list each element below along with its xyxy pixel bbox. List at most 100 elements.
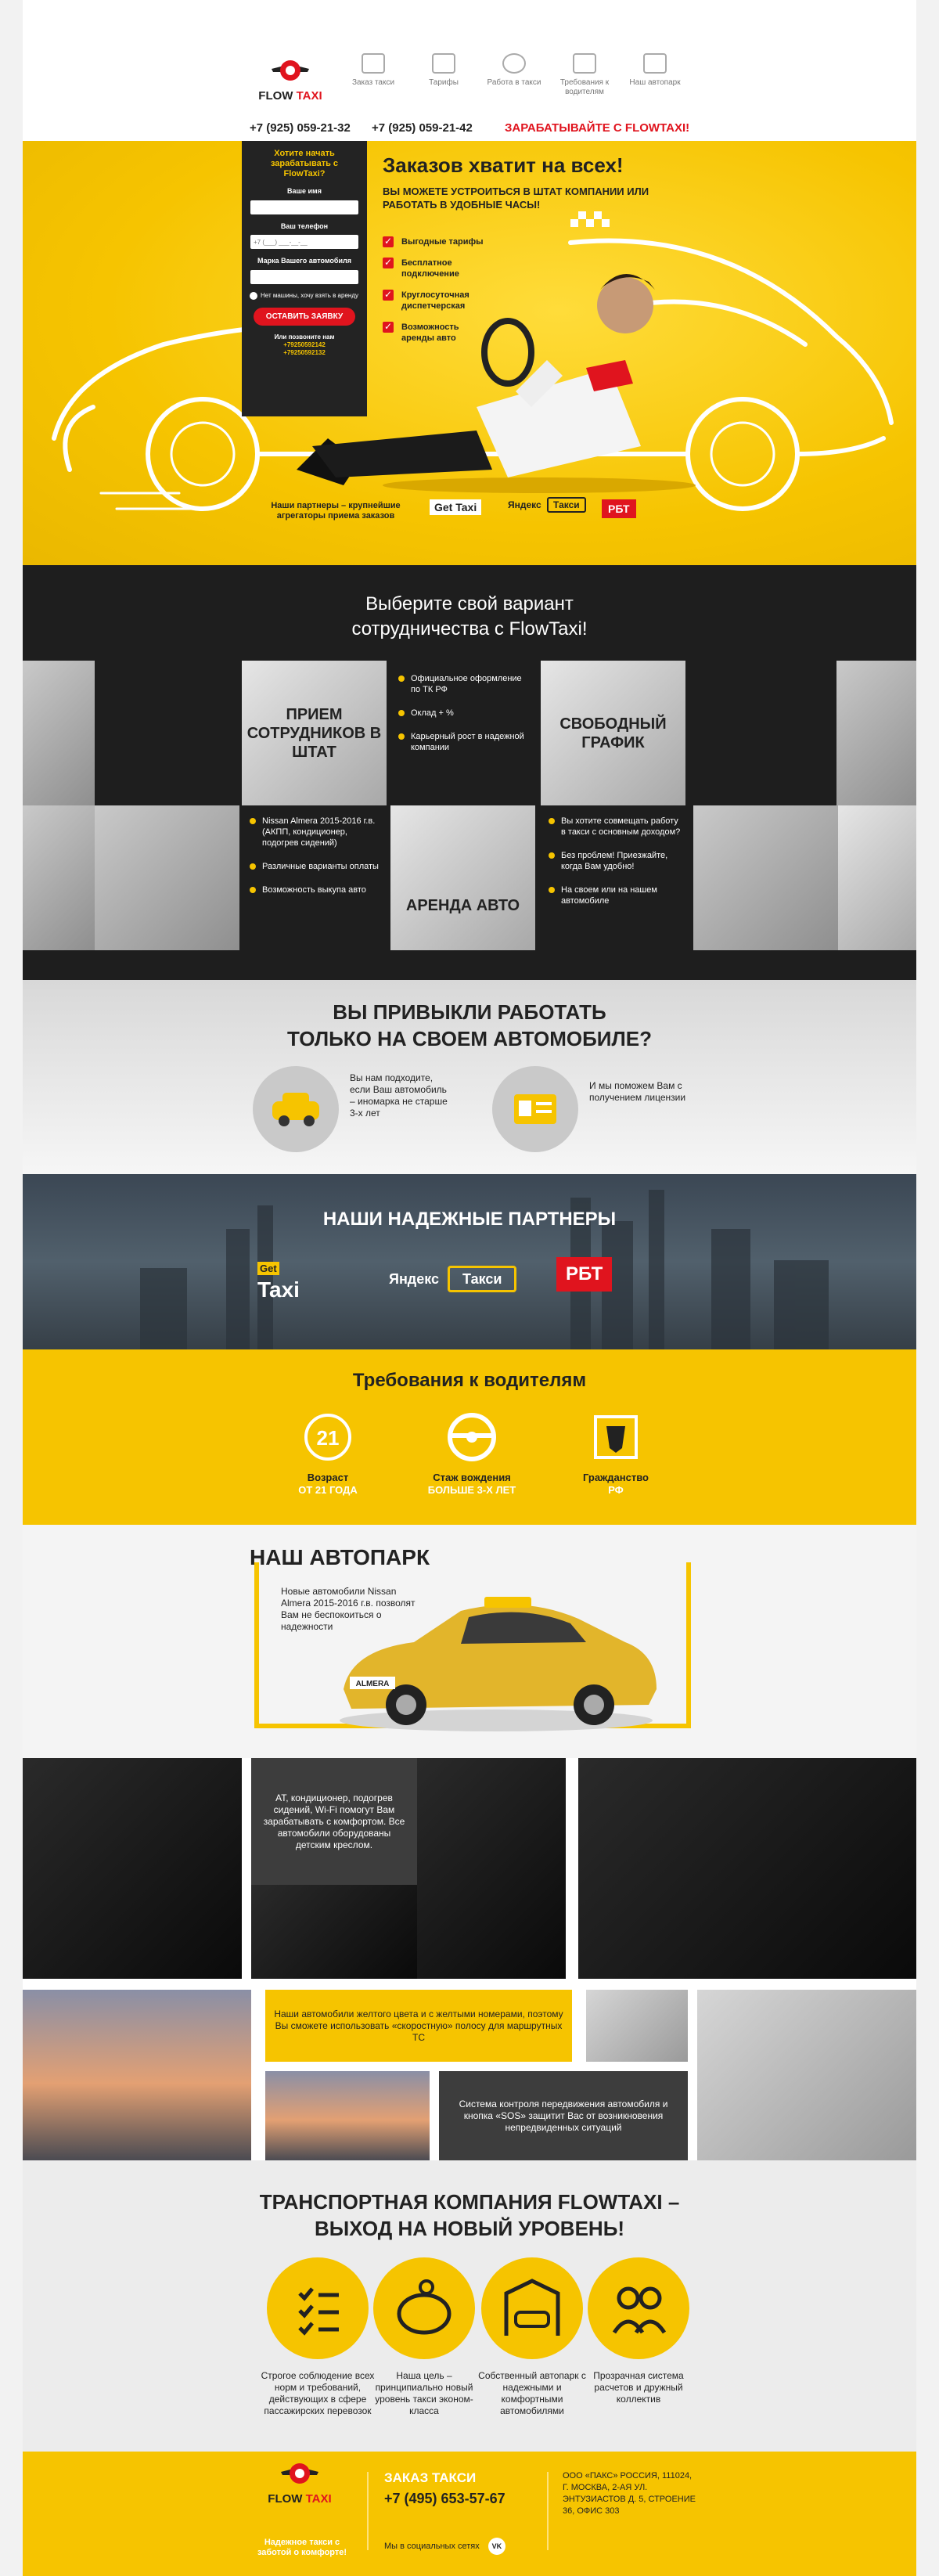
phone-input[interactable] [250,235,358,249]
nissan-almera-image: ALMERA [340,1597,657,1731]
gettaxi-logo: Get Taxi [430,499,482,515]
city-skyline [140,1190,829,1349]
interior-photo [23,1758,242,1979]
requirements-section: Требования к водителям 21 Возраст ОТ 21 Г… [23,1349,916,1525]
console-photo [251,1885,417,1979]
footer: FLOW TAXI Надежное такси с заботой о ком… [23,2452,916,2576]
license-icon [492,1066,578,1152]
logo[interactable]: FLOW TAXI [251,56,329,111]
requirement-citizenship: Гражданство РФ [583,1472,649,1496]
plate-text: ALMERA [356,1680,390,1688]
age-icon: 21 [303,1412,353,1462]
hero: Хотите начать зарабатывать с FlowTaxi? В… [23,141,916,565]
checklist-icon [267,2257,369,2359]
nav-park[interactable]: Наш автопарк [624,53,686,88]
coat-of-arms-icon [591,1412,641,1462]
sos-button-photo [697,1990,916,2160]
free-tile[interactable]: СВОБОДНЫЙ ГРАФИК [541,661,685,805]
phone-label: Ваш телефон [280,222,329,230]
free-points: Вы хотите совмещать работу в такси с осн… [549,816,682,919]
safety-card: Система контроля передвижения автомобиля… [439,2071,688,2160]
yandex-logo: Яндекс Такси [508,497,586,513]
comfort-card: AT, кондиционер, подогрев сидений, Wi-Fi… [251,1758,417,1885]
nav-order-taxi[interactable]: Заказ такси [342,53,405,88]
vk-icon[interactable]: VK [487,2538,505,2555]
benefit-item: Выгодные тарифы [383,236,492,247]
team-icon [588,2257,689,2359]
radio-icon[interactable] [250,291,257,300]
footer-order-label: ЗАКАЗ ТАКСИ [384,2470,477,2485]
piggy-bank-icon [373,2257,475,2359]
svg-text:21: 21 [317,1426,340,1450]
steering-wheel-icon [447,1412,497,1462]
id-card-icon [573,53,596,74]
partners-section: НАШИ НАДЕЖНЫЕ ПАРТНЕРЫ Get Taxi Яндекс Т… [23,1174,916,1349]
divider [367,2472,369,2550]
phone-1[interactable]: +7 (925) 059-21-32 [250,121,351,135]
autopark-section: НАШ АВТОПАРК Новые автомобили Nissan Alm… [23,1525,916,1758]
partners-title: НАШИ НАДЕЖНЫЕ ПАРТНЕРЫ [322,1209,617,1230]
logo-mark-icon [272,60,309,81]
staff-tile[interactable]: ПРИЕМ СОТРУДНИКОВ В ШТАТ [242,661,387,805]
social-block: Мы в социальных сетях VK [384,2538,505,2555]
company-point: Прозрачная система расчетов и дружный ко… [593,2370,684,2405]
driver-icon [502,53,526,74]
garage-car-icon [481,2257,583,2359]
cabin-photo [578,1758,916,1979]
photo-tile [95,805,239,950]
page: FLOW TAXI Заказ такси Тарифы Работа в та… [23,0,916,2576]
form-title: Хотите начать зарабатывать с FlowTaxi? [270,149,339,178]
company-title: ТРАНСПОРТНАЯ КОМПАНИЯ FLOWTAXI – ВЫХОД НА… [259,2190,680,2240]
requirement-age: Возраст ОТ 21 ГОДА [298,1472,358,1496]
partners-caption: Наши партнеры – крупнейшие агрегаторы пр… [271,501,401,521]
own-car-section: ВЫ ПРИВЫКЛИ РАБОТАТЬ ТОЛЬКО НА СВОЕМ АВТО… [23,980,916,1174]
autopark-title: НАШ АВТОПАРК [250,1545,430,1569]
photo-tile [836,661,916,805]
cooperation-section: Выберите свой вариант сотрудничества с Fl… [23,565,916,980]
photo-tile [838,805,916,950]
taxi-car-icon [253,1066,339,1152]
nav-work[interactable]: Работа в такси [483,53,545,88]
company-point: Наша цель – принципиально новый уровень … [375,2370,473,2416]
footer-logo[interactable]: FLOW TAXI [261,2459,339,2514]
nav-tariffs[interactable]: Тарифы [412,53,475,88]
photo-tile [23,661,95,805]
hero-title: Заказов хватит на всех! [383,153,624,177]
name-label: Ваше имя [287,187,322,195]
hero-subtitle: ВЫ МОЖЕТЕ УСТРОИТЬСЯ В ШТАТ КОМПАНИИ ИЛИ… [383,186,649,211]
gettaxi-logo: Get Taxi [257,1262,300,1302]
highway-photo [23,1990,251,2160]
company-section: ТРАНСПОРТНАЯ КОМПАНИЯ FLOWTAXI – ВЫХОД НА… [23,2160,916,2452]
car-icon [362,53,385,74]
header: FLOW TAXI Заказ такси Тарифы Работа в та… [23,31,916,141]
nav-requirements[interactable]: Требования к водителям [553,53,616,97]
garage-icon [643,53,667,74]
rent-points: Nissan Almera 2015-2016 г.в. (АКПП, конд… [250,816,383,908]
wallet-icon [432,53,455,74]
footer-phone[interactable]: +7 (495) 653-57-67 [384,2491,505,2507]
rbt-logo: РБТ [602,499,636,518]
name-input[interactable] [250,200,358,214]
company-point: Строгое соблюдение всех норм и требовани… [261,2370,375,2416]
road-photo [265,2071,430,2160]
own-car-text-right: И мы поможем Вам с получением лицензии [589,1080,686,1103]
photo-tile [23,805,95,950]
footer-address: ООО «ПАКС» РОССИЯ, 111024, Г. МОСКВА, 2-… [563,2471,696,2516]
rbt-logo: РБТ [556,1257,613,1292]
driver-illustration [297,274,696,493]
logo-mark-icon [281,2463,318,2484]
requirements-title: Требования к водителям [352,1370,587,1391]
company-point: Собственный автопарк с надежными и комфо… [478,2370,586,2416]
staff-points: Официальное оформление по ТК РФ Оклад + %… [398,673,531,766]
navigator-photo [586,1990,688,2062]
cooperation-title: Выберите свой вариант сотрудничества с Fl… [351,593,588,639]
gallery-section: AT, кондиционер, подогрев сидений, Wi-Fi… [23,1758,916,2160]
photo-tile [693,805,838,950]
footer-slogan: Надежное такси с заботой о комфорте! [257,2538,347,2557]
own-car-text-left: Вы нам подходите, если Ваш автомобиль – … [350,1072,448,1119]
requirement-experience: Стаж вождения БОЛЬШЕ 3-Х ЛЕТ [427,1472,516,1496]
rent-tile[interactable]: АРЕНДА АВТО [390,805,535,950]
yellow-car-card: Наши автомобили желтого цвета и с желтым… [265,1990,572,2062]
phone-2[interactable]: +7 (925) 059-21-42 [372,121,473,135]
own-car-title: ВЫ ПРИВЫКЛИ РАБОТАТЬ ТОЛЬКО НА СВОЕМ АВТО… [287,1000,652,1050]
